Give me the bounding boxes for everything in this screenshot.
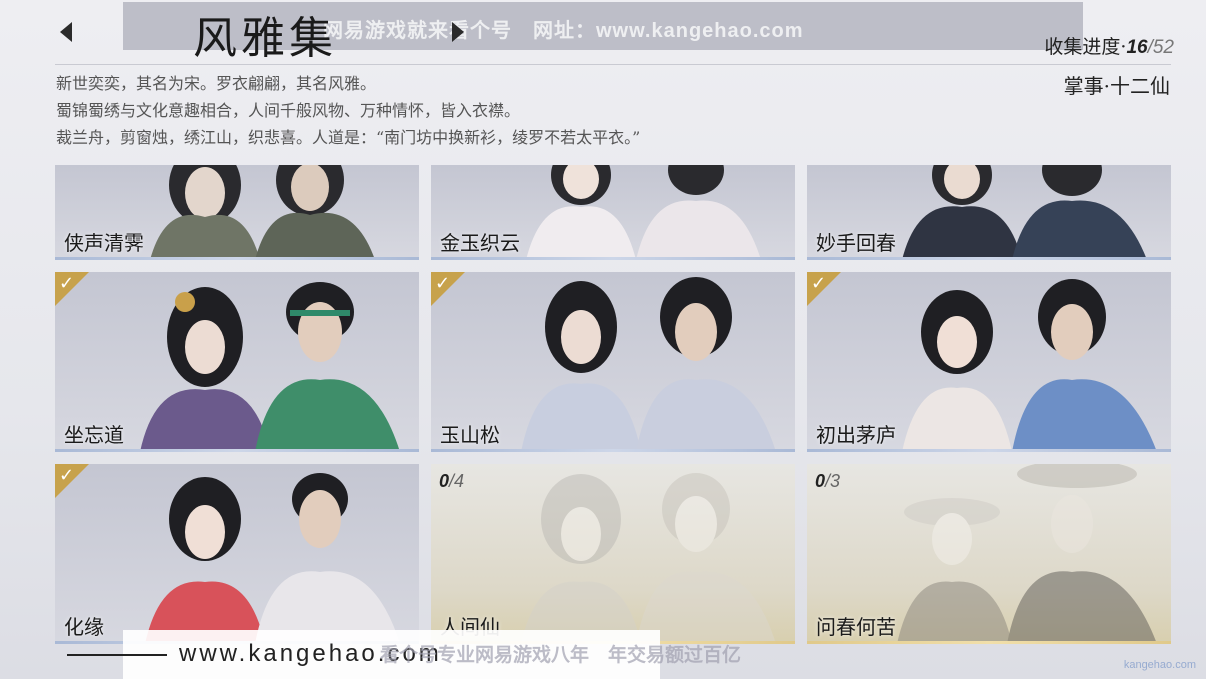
count-total: /3 [825,471,841,491]
chevron-right-icon[interactable] [452,22,464,42]
outfit-card[interactable]: 金玉织云 [431,165,795,260]
header-divider [55,64,1171,65]
outfit-card[interactable]: 0/3 问春何苦 [807,464,1171,644]
card-bottom-glow [807,257,1171,260]
outfit-name: 侠声清霁 [64,231,144,255]
outfit-name: 初出茅庐 [816,423,896,447]
description-line: 新世奕奕，其名为宋。罗衣翩翩，其名风雅。 [56,74,377,93]
progress-total: /52 [1147,37,1174,58]
chevron-left-icon[interactable] [60,22,72,42]
check-badge-icon: ✓ [59,273,75,294]
description-line: 蜀锦蜀绣与文化意趣相合，人间千般风物、万种情怀，皆入衣襟。 [56,101,521,120]
outfit-card[interactable]: 侠声清霁 [55,165,419,260]
outfit-name: 坐忘道 [64,423,124,447]
outfit-name: 金玉织云 [440,231,520,255]
outfit-card[interactable]: 0/4 人间仙 [431,464,795,644]
card-bottom-glow [431,449,795,452]
collection-progress: 收集进度·16/52 [1044,32,1174,59]
outfit-card[interactable]: 妙手回春 [807,165,1171,260]
outfit-name: 化缘 [64,615,104,639]
bottom-divider [67,654,167,656]
card-bottom-glow [807,641,1171,644]
bottom-watermark-text: 看个号专业网易游戏八年 年交易额过百亿 [380,645,742,666]
progress-current: 16 [1126,37,1148,58]
outfit-card[interactable]: ✓ 玉山松 [431,272,795,452]
card-bottom-glow [55,257,419,260]
page-title: 风雅集 [193,13,337,64]
count-total: /4 [449,471,465,491]
manager-title: 掌事·十二仙 [1063,74,1170,98]
collect-count: 0/4 [439,471,464,492]
check-badge-icon: ✓ [811,273,827,294]
card-bottom-glow [55,449,419,452]
outfit-name: 妙手回春 [816,231,896,255]
outfit-name: 问春何苦 [816,615,896,639]
card-bottom-glow [431,257,795,260]
collect-count: 0/3 [815,471,840,492]
outfit-card[interactable]: ✓ 初出茅庐 [807,272,1171,452]
count-current: 0 [439,471,450,491]
outfit-card[interactable]: ✓ 化缘 [55,464,419,644]
corner-logo: kangehao.com [1123,659,1196,671]
portrait-image [145,473,400,644]
outfit-name: 玉山松 [440,423,500,447]
check-badge-icon: ✓ [59,465,75,486]
check-badge-icon: ✓ [435,273,451,294]
description-line: 裁兰舟，剪窗烛，绣江山，织悲喜。人道是：“南门坊中换新衫，绫罗不若太平衣。” [56,128,641,147]
progress-label: 收集进度· [1044,36,1127,58]
count-current: 0 [815,471,826,491]
outfit-card[interactable]: ✓ 坐忘道 [55,272,419,452]
collection-description: 新世奕奕，其名为宋。罗衣翩翩，其名风雅。 蜀锦蜀绣与文化意趣相合，人间千般风物、… [56,70,640,151]
top-watermark-text: 网易游戏就来看个号 网址：www.kangehao.com [323,20,804,42]
card-bottom-glow [807,449,1171,452]
